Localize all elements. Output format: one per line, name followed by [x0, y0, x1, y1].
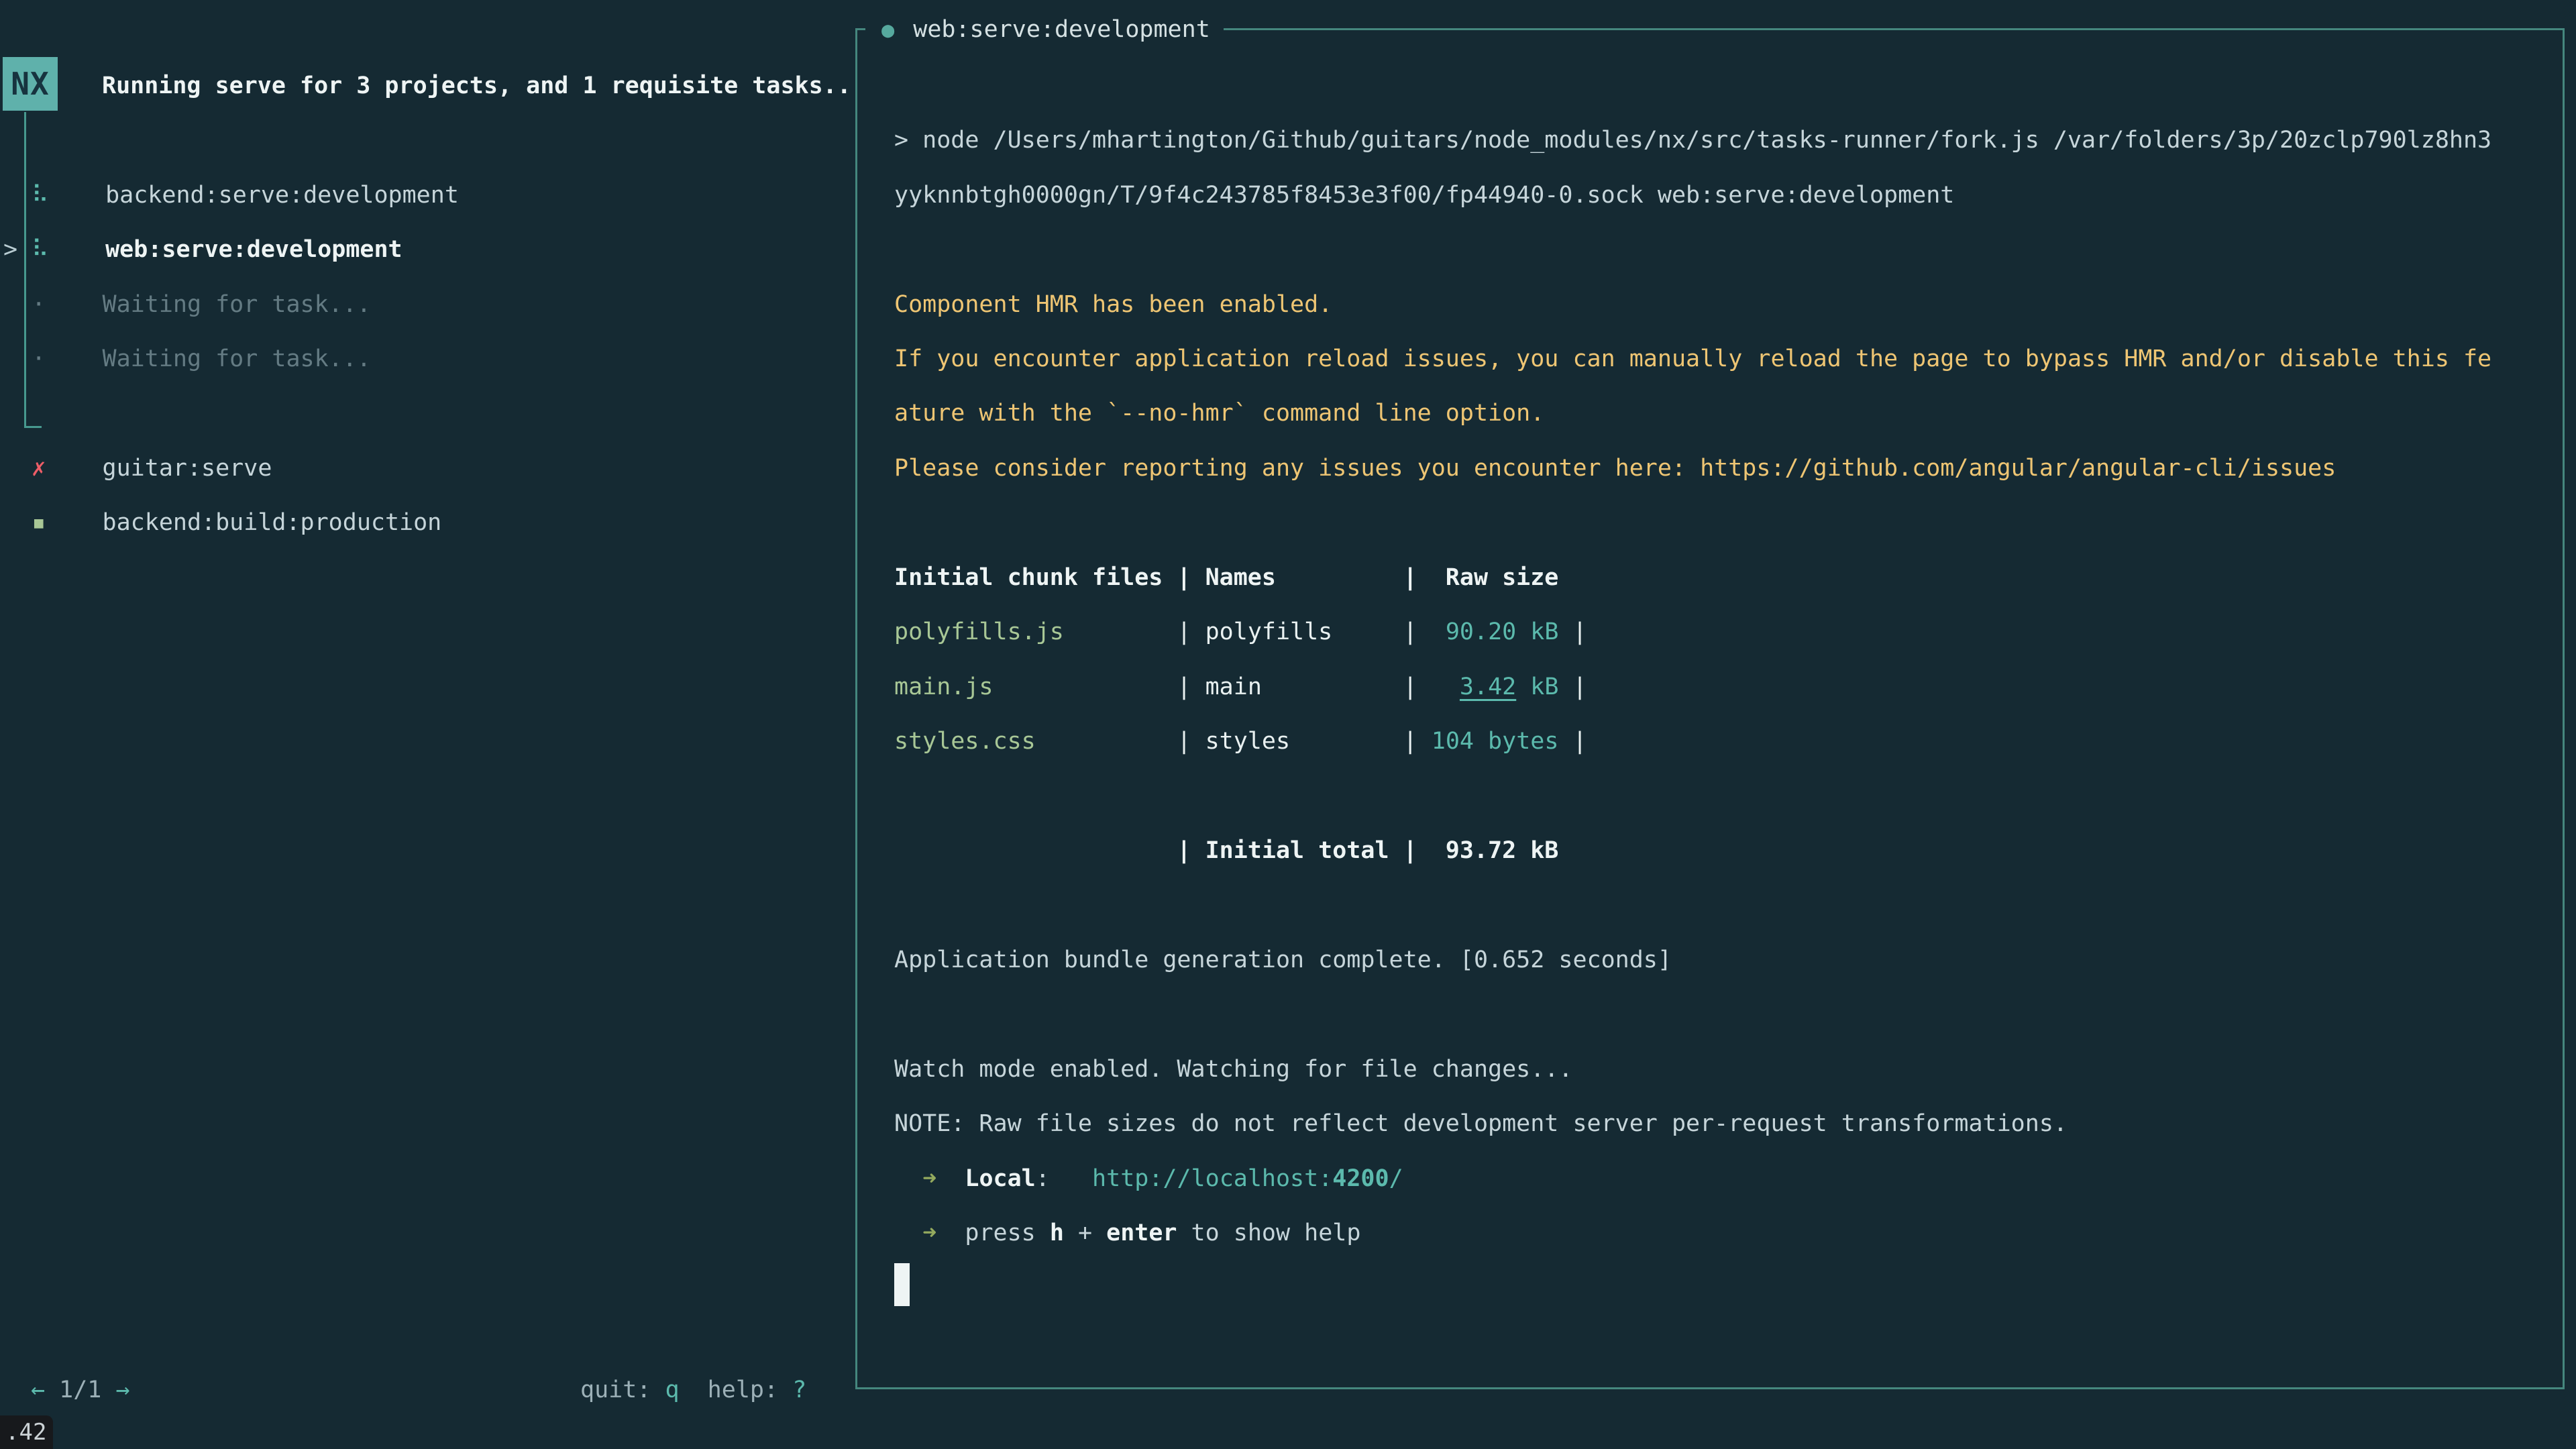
pending-dot-icon: ·: [32, 291, 46, 318]
pending-dot-icon: ·: [32, 345, 46, 372]
task-row-guitar-serve[interactable]: ✗ guitar:serve: [3, 441, 272, 496]
local-url-line: ➜ Local: http://localhost:4200/: [894, 1151, 1403, 1206]
overlay-badge: .42: [0, 1415, 53, 1449]
task-row-backend-build-production[interactable]: ▪ backend:build:production: [3, 495, 441, 550]
selected-chevron-icon: >: [3, 236, 17, 263]
task-row-web-serve-development[interactable]: > ⠧ web:serve:development: [3, 222, 402, 277]
terminal-panel-title: ● web:serve:development: [865, 12, 1224, 47]
hmr-notice-line-2: ature with the `--no-hmr` command line o…: [894, 386, 1544, 441]
note-line: NOTE: Raw file sizes do not reflect deve…: [894, 1096, 2068, 1151]
localhost-link[interactable]: http://localhost:: [1092, 1165, 1332, 1192]
quit-key: q: [665, 1377, 679, 1403]
help-hint-line: ➜ press h + enter to show help: [894, 1205, 1360, 1260]
chunk-table-row-polyfills: polyfills.js | polyfills | 90.20 kB |: [894, 604, 1587, 659]
success-square-icon: ▪: [32, 509, 46, 536]
localhost-port[interactable]: 4200: [1332, 1165, 1389, 1192]
help-key: ?: [792, 1377, 806, 1403]
spinner-icon: ⠧: [32, 236, 49, 263]
task-row-backend-serve-development[interactable]: ⠧ backend:serve:development: [3, 168, 459, 223]
task-row-waiting-1[interactable]: · Waiting for task...: [3, 277, 371, 332]
hmr-notice-line-1: If you encounter application reload issu…: [894, 331, 2491, 386]
page-indicator: 1/1: [59, 1377, 101, 1403]
page-prev-icon[interactable]: ←: [31, 1377, 45, 1403]
keyboard-hints: quit: q help: ?: [580, 1362, 806, 1417]
spinner-icon: ⠧: [32, 182, 49, 209]
initial-total-row: | Initial total | 93.72 kB: [894, 823, 1558, 878]
command-line-2: yyknnbtgh0000gn/T/9f4c243785f8453e3f00/f…: [894, 168, 1954, 223]
page-next-icon[interactable]: →: [115, 1377, 129, 1403]
terminal-panel-title-text: web:serve:development: [913, 16, 1210, 43]
arrow-icon: ➜: [922, 1220, 936, 1246]
command-line-1: > node /Users/mhartington/Github/guitars…: [894, 113, 2491, 168]
chunk-table-header: Initial chunk files | Names | Raw size: [894, 550, 1558, 605]
failed-cross-icon: ✗: [32, 455, 46, 482]
hmr-enabled-line: Component HMR has been enabled.: [894, 277, 1332, 332]
chunk-table-row-main: main.js | main | 3.42 kB |: [894, 659, 1587, 714]
hmr-report-line: Please consider reporting any issues you…: [894, 441, 2336, 496]
bundle-complete-line: Application bundle generation complete. …: [894, 932, 1672, 987]
terminal-cursor: [894, 1263, 910, 1306]
task-row-waiting-2[interactable]: · Waiting for task...: [3, 331, 371, 386]
sidebar-title: Running serve for 3 projects, and 1 requ…: [102, 58, 851, 113]
task-tree-line-corner: [24, 426, 42, 428]
watch-mode-line: Watch mode enabled. Watching for file ch…: [894, 1042, 1572, 1097]
pagination[interactable]: ← 1/1 →: [31, 1362, 130, 1417]
running-dot-icon: ●: [881, 17, 894, 42]
nx-logo: NX: [3, 57, 58, 111]
arrow-icon: ➜: [922, 1165, 936, 1192]
chunk-table-row-styles: styles.css | styles | 104 bytes |: [894, 714, 1587, 769]
